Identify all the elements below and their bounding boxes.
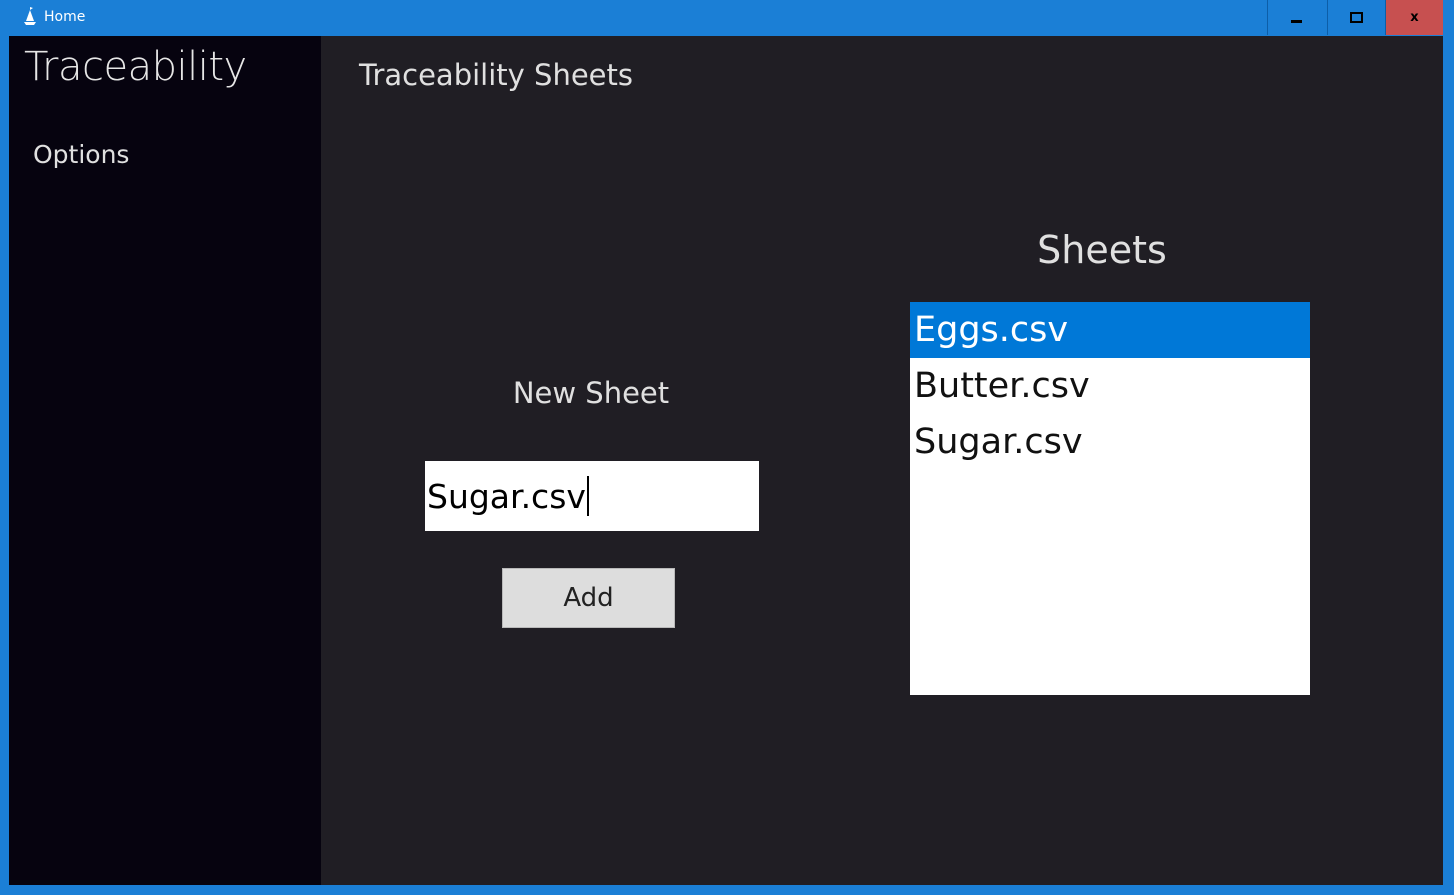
maximize-button[interactable] xyxy=(1327,0,1385,35)
app-window: Traceability Options Traceability Sheets… xyxy=(9,36,1443,885)
list-item-sugar[interactable]: Sugar.csv xyxy=(910,414,1310,470)
app-icon xyxy=(24,7,36,25)
text-caret xyxy=(586,476,589,516)
add-button[interactable]: Add xyxy=(502,568,675,628)
sidebar: Traceability Options xyxy=(9,36,321,885)
maximize-icon xyxy=(1350,12,1363,23)
list-item-butter[interactable]: Butter.csv xyxy=(910,358,1310,414)
sidebar-item-options[interactable]: Options xyxy=(33,140,129,169)
page-title: Traceability Sheets xyxy=(359,58,633,92)
close-icon: x xyxy=(1410,10,1419,25)
window-title: Home xyxy=(44,9,86,25)
new-sheet-input-value: Sugar.csv xyxy=(427,476,586,516)
sheets-list[interactable]: Eggs.csv Butter.csv Sugar.csv xyxy=(910,302,1310,695)
minimize-icon xyxy=(1291,20,1302,23)
window-titlebar: Home x xyxy=(0,0,1454,35)
minimize-button[interactable] xyxy=(1267,0,1325,35)
new-sheet-label: New Sheet xyxy=(512,376,670,410)
app-heading: Traceability xyxy=(24,44,247,90)
sheets-label: Sheets xyxy=(1037,228,1167,272)
new-sheet-input[interactable]: Sugar.csv xyxy=(425,461,759,531)
close-button[interactable]: x xyxy=(1385,0,1443,35)
list-item-eggs[interactable]: Eggs.csv xyxy=(910,302,1310,358)
